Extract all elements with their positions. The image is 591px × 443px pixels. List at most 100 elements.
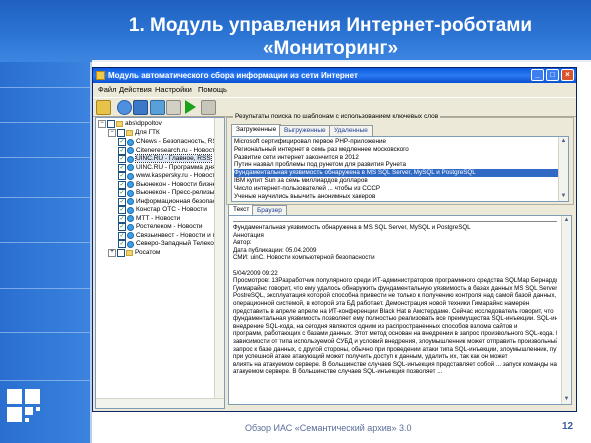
- checkbox[interactable]: ✓: [118, 206, 126, 214]
- scroll-down-icon[interactable]: ▼: [560, 193, 567, 200]
- checkbox[interactable]: [117, 249, 125, 257]
- tree-group[interactable]: − Для ГТК: [108, 129, 160, 137]
- checkbox[interactable]: ✓: [118, 172, 126, 180]
- slide-title-line2: «Мониторинг»: [262, 38, 399, 59]
- refresh-icon[interactable]: [117, 100, 132, 115]
- open-icon[interactable]: [96, 100, 111, 115]
- rss-feed-icon: [127, 164, 134, 171]
- tree-item[interactable]: ✓ Информационная безопаснос: [118, 197, 225, 206]
- tree-vertical-scrollbar[interactable]: [214, 118, 224, 408]
- folder-icon: [126, 250, 133, 256]
- collapse-icon[interactable]: −: [108, 129, 116, 137]
- tab-deleted[interactable]: Удаленные: [329, 125, 373, 136]
- tree-item[interactable]: ✓ МТТ - Новости: [118, 214, 180, 223]
- tree-item-label: Информационная безопаснос: [136, 197, 225, 205]
- rss-feed-icon: [127, 189, 134, 197]
- tree-item[interactable]: ✓ www.kaspersky.ru - Новости: [118, 172, 219, 180]
- result-row[interactable]: Региональный интернет в семь раз медленн…: [234, 146, 559, 154]
- tree-node-label: Для ГТК: [135, 129, 160, 136]
- tree-item[interactable]: ✓ Ростелеком - Новости: [118, 223, 203, 231]
- tree-item-label: Северо-Западный Телеком - Н: [136, 240, 225, 247]
- checkbox[interactable]: ✓: [118, 214, 126, 223]
- minimize-button[interactable]: _: [531, 69, 544, 81]
- menu-actions[interactable]: Действия: [119, 85, 152, 94]
- result-row[interactable]: Число интернет-пользователей ... чтобы и…: [234, 185, 559, 193]
- play-icon[interactable]: [185, 100, 196, 114]
- tree-horizontal-scrollbar[interactable]: [96, 398, 224, 408]
- tree-item-label: Связьинвест - Новости и пр: [136, 231, 220, 239]
- checkbox[interactable]: ✓: [118, 197, 126, 206]
- result-row[interactable]: IBM купит Sun за семь миллиардов долларо…: [234, 177, 559, 185]
- tree-item-label: Citeneresearch.ru - Новости (з: [136, 146, 225, 154]
- source-tree[interactable]: − abs\dppoltov − Для ГТК ✓ CNews - Безопасн…: [95, 117, 225, 409]
- decor-line: [0, 288, 90, 289]
- checkbox[interactable]: ✓: [118, 240, 126, 248]
- document-line: 5/04/2009 09:22: [233, 269, 278, 277]
- tree-item[interactable]: ✓ Вьюнекон - Пресс-релизы: [118, 189, 214, 197]
- folder-icon: [126, 130, 133, 136]
- checkbox[interactable]: ✓: [118, 138, 126, 146]
- scroll-up-icon[interactable]: ▲: [563, 217, 570, 224]
- document-text-view[interactable]: Фундаментальная уязвимость обнаружена в …: [228, 215, 572, 405]
- tree-item[interactable]: ✓ Северо-Западный Телеком - Н: [118, 240, 225, 248]
- app-icon: [96, 71, 105, 80]
- save-icon[interactable]: [133, 100, 148, 115]
- window-title: Модуль автоматического сбора информации …: [108, 71, 358, 80]
- tree-item-label: www.kaspersky.ru - Новости: [136, 172, 219, 179]
- tree-item[interactable]: ✓ Вьюнекон - Новости бизнеса: [118, 180, 223, 189]
- checkbox[interactable]: ✓: [118, 231, 126, 240]
- slide-header: 1. Модуль управления Интернет-роботами «…: [0, 0, 591, 62]
- tab-unloaded[interactable]: Выгруженные: [279, 125, 331, 136]
- result-row[interactable]: Развитие сети интернет закончится в 2012: [234, 154, 559, 162]
- tree-item-label: CNews - Безопасность, RSS: [136, 138, 222, 145]
- document-scrollbar[interactable]: ▲ ▼: [561, 216, 571, 404]
- scroll-up-icon[interactable]: ▲: [560, 138, 567, 145]
- menu-settings[interactable]: Настройки: [155, 85, 192, 94]
- document-line: операционной системой, в которой эта БД …: [233, 299, 530, 307]
- results-scrollbar[interactable]: ▲ ▼: [558, 137, 568, 201]
- decor-line: [0, 157, 90, 158]
- expand-icon[interactable]: +: [108, 249, 116, 257]
- export-icon[interactable]: [150, 100, 165, 115]
- stop-icon[interactable]: [201, 100, 216, 115]
- document-line: Автор:: [233, 239, 252, 247]
- tree-item[interactable]: ✓ Констар ОТС - Новости: [118, 206, 207, 214]
- tree-root[interactable]: − abs\dppoltov: [98, 120, 162, 128]
- document-line: запрос к базе данных, с другой стороны, …: [233, 345, 557, 353]
- maximize-button[interactable]: □: [546, 69, 559, 81]
- slide-title-line1: 1. Модуль управления Интернет-роботами: [128, 15, 533, 36]
- menu-file[interactable]: Файл: [98, 85, 116, 94]
- results-list[interactable]: Microsoft сертифицировал первое PHP-прил…: [231, 136, 569, 202]
- rss-feed-icon: [127, 155, 134, 163]
- tree-group-rosatom[interactable]: + Росатом: [108, 249, 160, 257]
- tree-item[interactable]: ✓ Связьинвест - Новости и пр: [118, 231, 220, 240]
- result-row[interactable]: Путин назвал проблемы под рунетом для ра…: [234, 161, 559, 169]
- checkbox[interactable]: ✓: [118, 163, 126, 172]
- document-line: зависимости от типа используемой СУБД и …: [233, 337, 557, 345]
- tree-item[interactable]: ✓ CNews - Безопасность, RSS: [118, 138, 221, 146]
- checkbox[interactable]: ✓: [118, 180, 126, 189]
- document-line: Аннотация: [233, 231, 264, 239]
- tree-item[interactable]: ✓ Citeneresearch.ru - Новости (з: [118, 146, 225, 155]
- menu-help[interactable]: Помощь: [198, 85, 227, 94]
- collapse-icon[interactable]: −: [98, 120, 106, 128]
- page-number: 12: [562, 421, 574, 432]
- checkbox[interactable]: ✓: [118, 155, 126, 163]
- app-window: Модуль автоматического сбора информации …: [92, 67, 577, 412]
- checkbox[interactable]: ✓: [118, 146, 126, 155]
- checkbox[interactable]: ✓: [118, 189, 126, 197]
- tab-loaded[interactable]: Загруженные: [231, 124, 282, 136]
- result-row[interactable]: Microsoft сертифицировал первое PHP-прил…: [234, 138, 559, 146]
- properties-icon[interactable]: [166, 100, 181, 115]
- result-row[interactable]: Ученые научились выычить анонимных хакер…: [234, 193, 559, 201]
- checkbox[interactable]: ✓: [118, 223, 126, 231]
- close-button[interactable]: ×: [561, 69, 574, 81]
- window-titlebar[interactable]: Модуль автоматического сбора информации …: [93, 68, 576, 83]
- result-row[interactable]: Фундаментальная уязвимость обнаружена в …: [234, 169, 559, 178]
- tree-item[interactable]: ✓ UINC.RU - Главное, RSS: [118, 154, 212, 163]
- checkbox[interactable]: [117, 129, 125, 137]
- rss-feed-icon: [127, 138, 134, 146]
- tree-item[interactable]: ✓ UINC.RU - Программа дня, R: [118, 163, 224, 172]
- checkbox[interactable]: [107, 120, 115, 128]
- scroll-down-icon[interactable]: ▼: [563, 396, 570, 403]
